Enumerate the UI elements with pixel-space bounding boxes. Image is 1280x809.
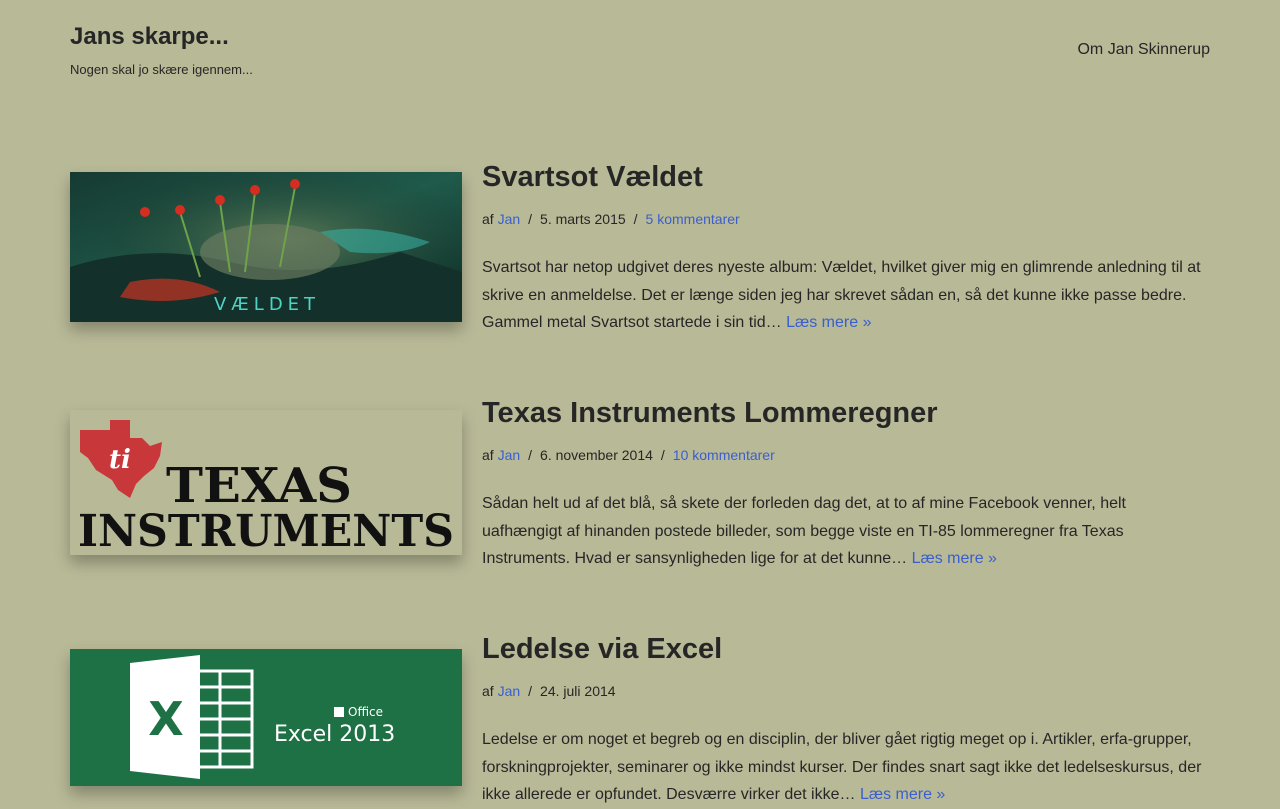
post-content: Texas Instruments Lommeregner af Jan/6. … bbox=[482, 396, 1210, 573]
excerpt-text: Ledelse er om noget et begreb og en disc… bbox=[482, 731, 1202, 803]
excerpt-text: Sådan helt ud af det blå, så skete der f… bbox=[482, 495, 1126, 567]
author-link[interactable]: Jan bbox=[498, 447, 521, 463]
excel-x-letter: X bbox=[148, 692, 183, 746]
post-date: 5. marts 2015 bbox=[540, 211, 626, 227]
post-excerpt: Svartsot har netop udgivet deres nyeste … bbox=[482, 254, 1210, 337]
post-date: 6. november 2014 bbox=[540, 447, 653, 463]
site-header: Jans skarpe... Nogen skal jo skære igenn… bbox=[70, 0, 1210, 110]
post-title[interactable]: Ledelse via Excel bbox=[482, 632, 1210, 666]
comments-link[interactable]: 5 kommentarer bbox=[646, 211, 740, 227]
site-title[interactable]: Jans skarpe... bbox=[70, 23, 229, 51]
texas-instruments-logo: ti TEXAS INSTRUMENTS bbox=[70, 410, 462, 555]
meta-prefix: af bbox=[482, 211, 494, 227]
post-thumbnail[interactable]: X Office Excel 2013 bbox=[70, 649, 462, 786]
read-more-link[interactable]: Læs mere » bbox=[912, 550, 997, 567]
site-tagline: Nogen skal jo skære igennem... bbox=[70, 62, 253, 77]
instruments-word: INSTRUMENTS bbox=[78, 506, 454, 555]
vaeldet-album-art: VÆLDET bbox=[70, 172, 462, 322]
vaeldet-thumb-text: VÆLDET bbox=[214, 294, 320, 315]
read-more-link[interactable]: Læs mere » bbox=[860, 786, 945, 803]
post-content: Ledelse via Excel af Jan/24. juli 2014 L… bbox=[482, 632, 1210, 809]
post-meta: af Jan/5. marts 2015/5 kommentarer bbox=[482, 211, 740, 227]
office-label: Office bbox=[348, 705, 383, 719]
read-more-link[interactable]: Læs mere » bbox=[786, 314, 871, 331]
meta-prefix: af bbox=[482, 683, 494, 699]
post-thumbnail[interactable]: VÆLDET bbox=[70, 172, 462, 322]
post-title[interactable]: Texas Instruments Lommeregner bbox=[482, 396, 1210, 430]
author-link[interactable]: Jan bbox=[498, 683, 521, 699]
meta-prefix: af bbox=[482, 447, 494, 463]
post-thumbnail[interactable]: ti TEXAS INSTRUMENTS bbox=[70, 410, 462, 555]
excel-2013-logo: X Office Excel 2013 bbox=[70, 649, 462, 786]
author-link[interactable]: Jan bbox=[498, 211, 521, 227]
office-icon bbox=[334, 707, 344, 717]
comments-link[interactable]: 10 kommentarer bbox=[673, 447, 775, 463]
post-excerpt: Ledelse er om noget et begreb og en disc… bbox=[482, 726, 1210, 809]
post-content: Svartsot Vældet af Jan/5. marts 2015/5 k… bbox=[482, 160, 1210, 337]
nav-item-about[interactable]: Om Jan Skinnerup bbox=[1077, 41, 1210, 59]
post-title[interactable]: Svartsot Vældet bbox=[482, 160, 1210, 194]
ti-logo-text: ti bbox=[109, 445, 131, 475]
post-date: 24. juli 2014 bbox=[540, 683, 616, 699]
post-meta: af Jan/24. juli 2014 bbox=[482, 683, 616, 699]
post-meta: af Jan/6. november 2014/10 kommentarer bbox=[482, 447, 775, 463]
post-excerpt: Sådan helt ud af det blå, så skete der f… bbox=[482, 490, 1210, 573]
excel-product-label: Excel 2013 bbox=[274, 722, 395, 747]
